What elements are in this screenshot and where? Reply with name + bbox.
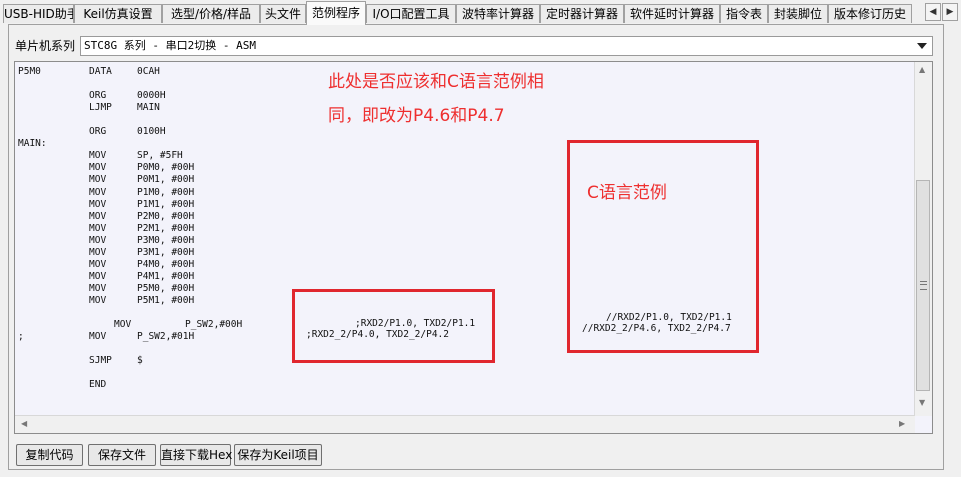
tab-timer-calc[interactable]: 定时器计算器 (540, 4, 624, 23)
tab-revision-history[interactable]: 版本修订历史 (828, 4, 912, 23)
code-line-c3: MAIN (137, 102, 160, 114)
code-line-c3: P4M1, #00H (137, 270, 195, 282)
code-line-c2: MOV (89, 186, 107, 198)
code-line-c2: MOV (89, 294, 107, 306)
tab-instruction-table[interactable]: 指令表 (720, 4, 768, 23)
scroll-down-icon[interactable]: ▼ (919, 398, 925, 407)
code-line-c2: MOV (89, 174, 107, 186)
code-line-c3: P_SW2,#01H (137, 331, 195, 343)
code-line-c3: 0100H (137, 126, 166, 138)
code-line-c3: P1M1, #00H (137, 198, 195, 210)
code-line-c3: P2M1, #00H (137, 222, 195, 234)
tab-scroll-right-icon[interactable]: ▶ (942, 3, 958, 21)
code-line-c3: P_SW2,#00H (185, 319, 243, 331)
code-line-c3: SP, #5FH (137, 150, 183, 162)
tab-example-programs[interactable]: 范例程序 (306, 1, 366, 25)
chevron-down-icon[interactable] (917, 43, 927, 49)
code-line-c3: 0CAH (137, 66, 160, 77)
code-line-c3: P1M0, #00H (137, 186, 195, 198)
tab-keil-sim[interactable]: Keil仿真设置 (74, 4, 162, 23)
code-line-c2: MOV (89, 150, 107, 162)
code-line-c2: MOV (114, 319, 132, 331)
code-line-c3: P5M1, #00H (137, 294, 195, 306)
tab-scroll-left-icon[interactable]: ◀ (925, 3, 941, 21)
scroll-up-icon[interactable]: ▲ (919, 65, 925, 74)
tab-bar: USB-HID助手 Keil仿真设置 选型/价格/样品 头文件 范例程序 I/O… (0, 0, 961, 25)
annotation-question-line-2: 同，即改为P4.6和P4.7 (328, 106, 505, 126)
direct-download-hex-button[interactable]: 直接下载Hex (160, 444, 232, 466)
code-line-c2: MOV (89, 258, 107, 270)
vertical-scroll-thumb[interactable] (916, 180, 930, 391)
code-line-c2: LJMP (89, 102, 112, 114)
code-line-c3: P5M0, #00H (137, 282, 195, 294)
code-line-c2: MOV (89, 246, 107, 258)
code-line-c3: 0000H (137, 90, 166, 102)
mcu-series-selected-value: STC8G 系列 - 串口2切换 - ASM (84, 39, 256, 52)
tab-scroll-buttons: ◀ ▶ (925, 3, 959, 21)
tab-selection-price[interactable]: 选型/价格/样品 (162, 4, 260, 23)
code-line-c2: ORG (89, 90, 107, 102)
tab-delay-calc[interactable]: 软件延时计算器 (624, 4, 720, 23)
mcu-series-select[interactable]: STC8G 系列 - 串口2切换 - ASM (80, 36, 933, 56)
code-line-c2: MOV (89, 222, 107, 234)
code-line-c3: P4M0, #00H (137, 258, 195, 270)
annotation-question-line-1: 此处是否应该和C语言范例相 (328, 72, 544, 92)
code-line-c1: MAIN: (18, 138, 47, 150)
code-line-c2: SJMP (89, 355, 112, 367)
mcu-series-label: 单片机系列 (15, 39, 76, 53)
save-keil-project-button[interactable]: 保存为Keil项目 (234, 444, 322, 466)
scroll-left-icon[interactable]: ◀ (21, 419, 27, 428)
code-line-c2: END (89, 379, 107, 391)
code-line-c2: MOV (89, 270, 107, 282)
code-line-c2: MOV (89, 234, 107, 246)
tab-io-config[interactable]: I/O口配置工具 (366, 4, 456, 23)
code-line-c2: MOV (89, 210, 107, 222)
save-file-button[interactable]: 保存文件 (88, 444, 156, 466)
code-line-c2: ORG (89, 126, 107, 138)
code-line-c2: DATA (89, 66, 112, 77)
code-line-c2: MOV (89, 331, 107, 343)
annotation-box-asm (292, 289, 495, 363)
code-line-c2: MOV (89, 282, 107, 294)
code-line-c3: P3M0, #00H (137, 234, 195, 246)
tab-baud-calc[interactable]: 波特率计算器 (456, 4, 540, 23)
code-line-c2: MOV (89, 162, 107, 174)
code-line-c1: ; (18, 331, 24, 343)
code-line-c3: $ (137, 355, 143, 367)
vertical-scrollbar[interactable]: ▲ ▼ (914, 62, 932, 416)
tab-header-files[interactable]: 头文件 (260, 4, 306, 23)
horizontal-scrollbar[interactable]: ◀ ▶ (15, 415, 915, 433)
code-line-c3: P2M0, #00H (137, 210, 195, 222)
code-line-c2: MOV (89, 198, 107, 210)
tab-usb-hid[interactable]: USB-HID助手 (3, 4, 74, 23)
annotation-c-example-label: C语言范例 (587, 183, 667, 203)
code-line-c3: P0M1, #00H (137, 174, 195, 186)
tab-package-pins[interactable]: 封装脚位 (768, 4, 828, 23)
code-line-c1: P5M0 (18, 66, 41, 77)
scroll-right-icon[interactable]: ▶ (899, 419, 905, 428)
annotation-box-c-example (567, 140, 759, 353)
code-line-c3: P0M0, #00H (137, 162, 195, 174)
copy-code-button[interactable]: 复制代码 (16, 444, 83, 466)
code-line-c3: P3M1, #00H (137, 246, 195, 258)
